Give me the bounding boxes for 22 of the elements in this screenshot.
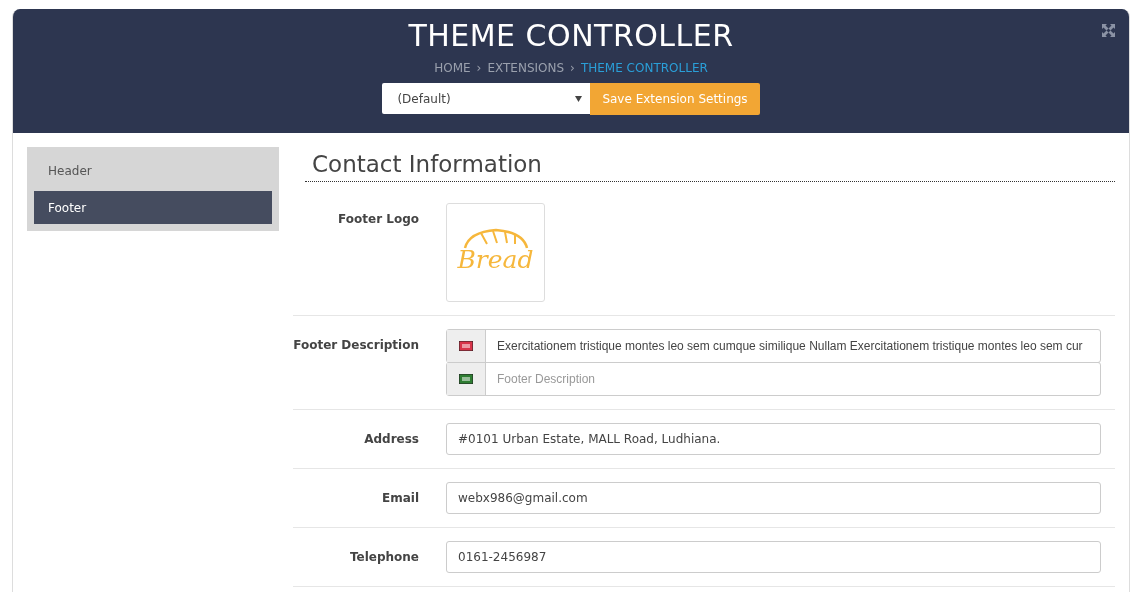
breadcrumb-link[interactable]: THEME CONTROLLER xyxy=(580,61,708,75)
text-field[interactable]: 0161-2456987 xyxy=(446,541,1101,573)
text-field[interactable]: #0101 Urban Estate, MALL Road, Ludhiana. xyxy=(446,423,1101,455)
separator-icon: › xyxy=(570,61,575,75)
text-field[interactable]: webx986@gmail.com xyxy=(446,482,1101,514)
breadcrumb-link[interactable]: HOME xyxy=(434,61,471,75)
store-select[interactable]: (Default) xyxy=(382,83,591,114)
logo-text: Bread xyxy=(457,245,534,274)
field-label: Footer Description xyxy=(293,337,419,354)
section-title: Contact Information xyxy=(305,147,1115,182)
fullscreen-icon[interactable] xyxy=(1101,23,1116,38)
bread-icon xyxy=(461,228,531,250)
field-label: Telephone xyxy=(348,549,419,566)
field-label: Email xyxy=(380,490,419,507)
sidebar-item[interactable]: Header xyxy=(34,154,272,187)
page-title: THEME CONTROLLER xyxy=(408,18,734,53)
separator-icon: › xyxy=(476,61,482,75)
field-label: Address xyxy=(363,431,419,448)
field-label: Footer Logo xyxy=(337,211,419,228)
sidebar-item[interactable]: Footer xyxy=(34,191,272,224)
caret-icon xyxy=(575,95,583,102)
breadcrumb-link[interactable]: EXTENSIONS xyxy=(487,61,565,75)
